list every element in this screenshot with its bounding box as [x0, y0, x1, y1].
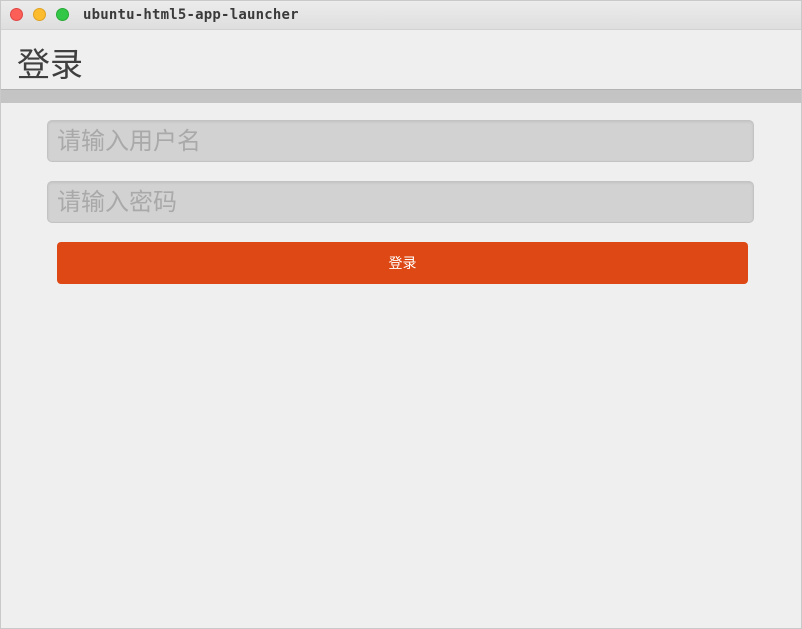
header-divider [1, 89, 801, 103]
page-header: 登录 [1, 30, 801, 88]
title-bar[interactable]: ubuntu-html5-app-launcher [1, 1, 801, 30]
username-input[interactable] [47, 120, 754, 162]
window-close-button[interactable] [10, 8, 23, 21]
window-minimize-button[interactable] [33, 8, 46, 21]
page-title: 登录 [17, 45, 83, 84]
window-title: ubuntu-html5-app-launcher [83, 7, 299, 23]
app-window: ubuntu-html5-app-launcher 登录 登录 [0, 0, 802, 629]
login-button[interactable]: 登录 [57, 242, 748, 284]
password-input[interactable] [47, 181, 754, 223]
window-maximize-button[interactable] [56, 8, 69, 21]
